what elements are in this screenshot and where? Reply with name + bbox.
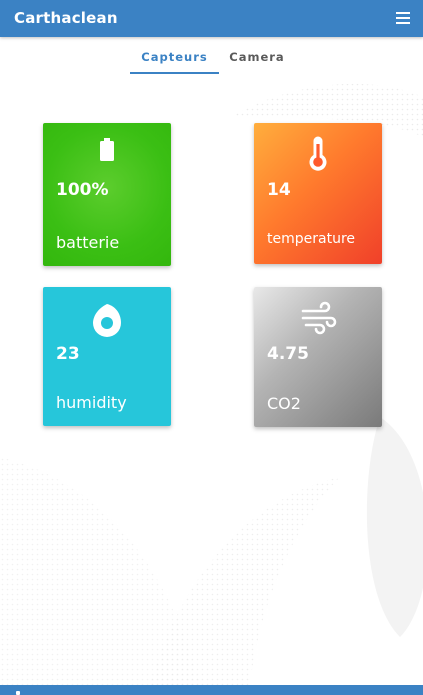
battery-value: 100% bbox=[56, 180, 109, 200]
menu-icon[interactable] bbox=[396, 12, 410, 24]
co2-value: 4.75 bbox=[267, 344, 309, 364]
thermometer-icon bbox=[298, 135, 338, 175]
humidity-value: 23 bbox=[56, 344, 80, 364]
humidity-card[interactable]: 23 humidity bbox=[43, 287, 171, 426]
temperature-value: 14 bbox=[267, 180, 291, 200]
app-title: Carthaclean bbox=[14, 9, 118, 27]
app-bar: Carthaclean bbox=[0, 0, 423, 37]
wind-icon bbox=[298, 299, 338, 339]
humidity-label: humidity bbox=[56, 393, 127, 412]
sensor-dashboard: 100% batterie 14 temperature 23 humidity bbox=[0, 77, 423, 685]
tab-bar: Capteurs Camera bbox=[0, 37, 423, 77]
temperature-card[interactable]: 14 temperature bbox=[254, 123, 382, 264]
co2-card[interactable]: 4.75 CO2 bbox=[254, 287, 382, 427]
temperature-label: temperature bbox=[267, 231, 355, 247]
tab-capteurs[interactable]: Capteurs bbox=[130, 50, 219, 74]
co2-label: CO2 bbox=[267, 394, 301, 413]
bottom-bar bbox=[0, 685, 423, 695]
battery-icon bbox=[87, 135, 127, 175]
bottom-bar-indicator bbox=[16, 691, 20, 695]
humidity-drop-icon bbox=[87, 299, 127, 339]
tab-camera[interactable]: Camera bbox=[226, 50, 288, 64]
battery-card[interactable]: 100% batterie bbox=[43, 123, 171, 266]
battery-label: batterie bbox=[56, 233, 120, 252]
